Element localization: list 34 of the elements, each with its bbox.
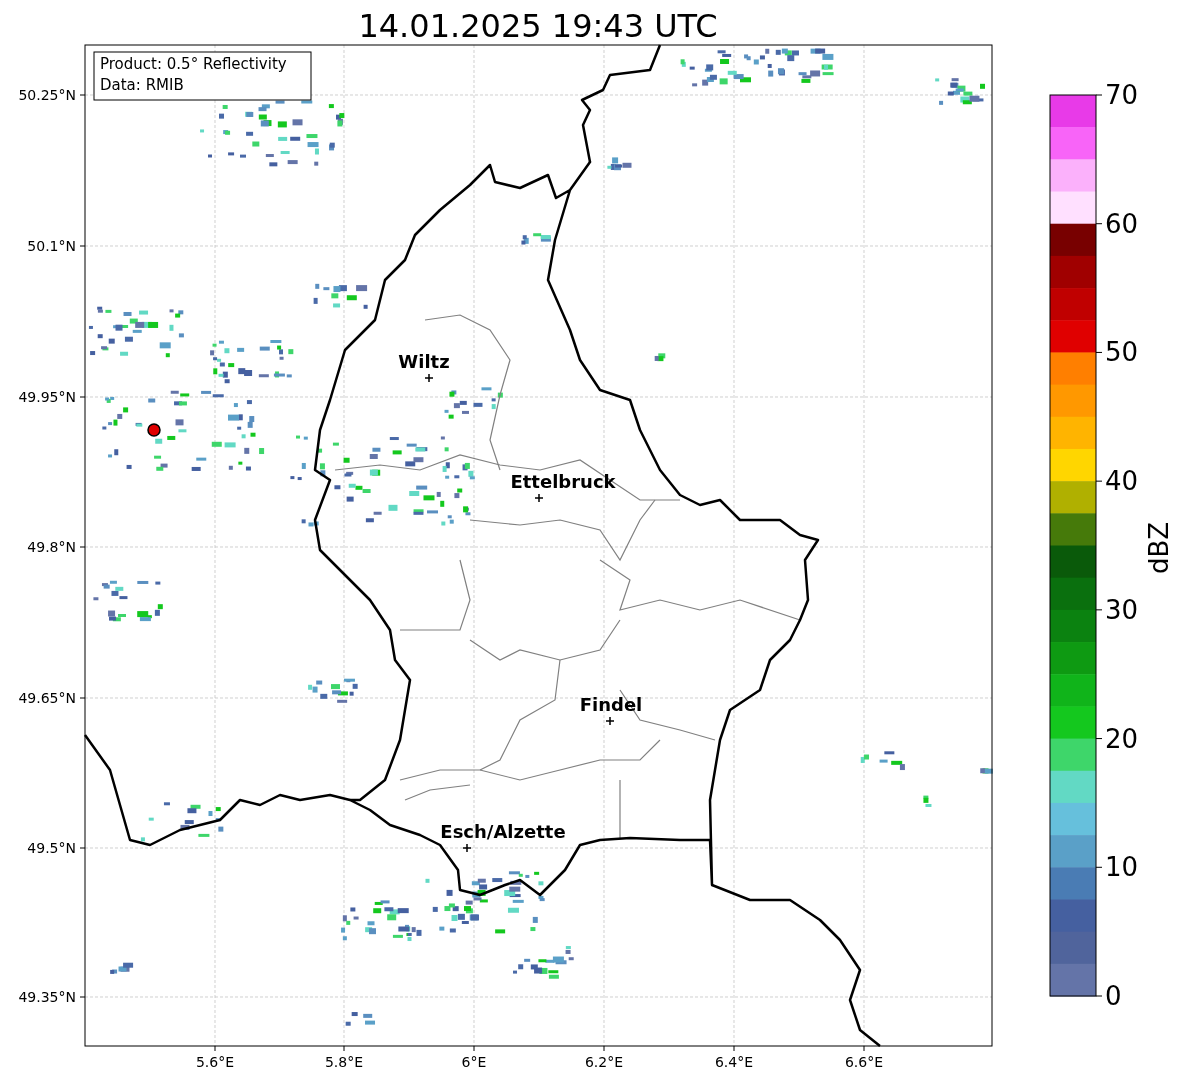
city-marker-icon xyxy=(534,493,544,503)
latitude-tick-label: 49.5°N xyxy=(27,840,76,856)
info-text: Product: 0.5° Reflectivity xyxy=(100,55,287,73)
latitude-tick-label: 49.65°N xyxy=(18,690,76,706)
longitude-tick-label: 6°E xyxy=(461,1054,487,1070)
latitude-tick-label: 49.8°N xyxy=(27,539,76,555)
longitude-tick-label: 5.6°E xyxy=(195,1054,235,1070)
city-label: Wiltz xyxy=(398,351,450,372)
colorbar-tick-label: 70 xyxy=(1105,80,1139,110)
city-label: Esch/Alzette xyxy=(440,821,566,842)
colorbar-tick-label: 50 xyxy=(1105,337,1139,368)
city-label: Ettelbruck xyxy=(510,471,616,492)
map-title: 14.01.2025 19:43 UTC xyxy=(358,7,718,45)
colorbar-label: dBZ xyxy=(1144,521,1174,575)
longitude-tick-label: 6.2°E xyxy=(584,1054,624,1070)
colorbar-tick-label: 30 xyxy=(1105,594,1139,625)
city-marker-icon xyxy=(424,373,434,383)
longitude-tick-label: 5.8°E xyxy=(324,1054,364,1070)
colorbar-tick-label: 60 xyxy=(1105,208,1139,239)
radar-site-icon xyxy=(147,423,161,437)
city-marker-icon xyxy=(462,843,472,853)
latitude-tick-label: 50.25°N xyxy=(18,87,76,103)
colorbar-tick-label: 10 xyxy=(1105,852,1139,883)
longitude-tick-label: 6.4°E xyxy=(714,1054,754,1070)
latitude-tick-label: 50.1°N xyxy=(27,238,76,254)
colorbar-tick-label: 0 xyxy=(1105,981,1122,1011)
colorbar-tick-label: 40 xyxy=(1105,466,1139,497)
colorbar-tick-label: 20 xyxy=(1105,723,1139,754)
city-marker-icon xyxy=(605,716,615,726)
latitude-tick-label: 49.95°N xyxy=(18,389,76,405)
city-label: Findel xyxy=(579,694,643,715)
longitude-tick-label: 6.6°E xyxy=(844,1054,884,1070)
latitude-tick-label: 49.35°N xyxy=(18,989,76,1005)
info-text: Data: RMIB xyxy=(100,76,184,94)
